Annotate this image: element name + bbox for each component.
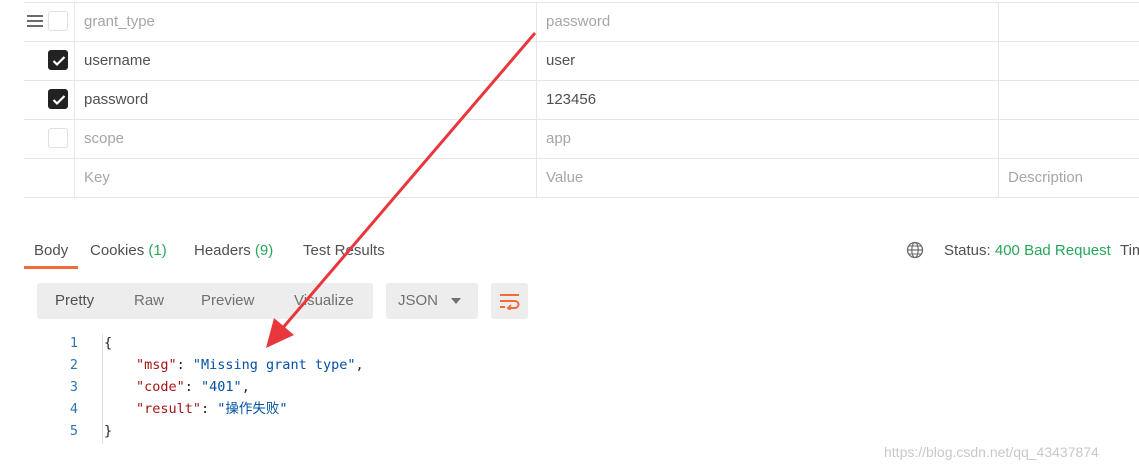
param-value-cell[interactable]: user (537, 42, 999, 80)
response-status: Status: 400 Bad Request (944, 242, 1111, 260)
wrap-lines-button[interactable] (491, 283, 528, 319)
json-key: "code" (136, 379, 185, 395)
param-value: password (546, 13, 611, 30)
view-pretty-button[interactable]: Pretty (55, 292, 94, 310)
param-checkbox[interactable] (48, 50, 68, 70)
param-value: app (546, 130, 572, 147)
indent-guide (102, 334, 103, 444)
active-tab-indicator (24, 266, 78, 269)
line-number: 5 (69, 423, 78, 439)
json-key: "msg" (136, 357, 177, 373)
globe-icon[interactable] (906, 241, 924, 259)
open-brace: { (104, 335, 113, 351)
tab-test-results[interactable]: Test Results (303, 242, 385, 260)
param-desc-cell[interactable] (999, 120, 1139, 158)
param-key: password (84, 91, 149, 108)
response-time-label: Tim (1120, 242, 1139, 259)
code-line: } (104, 420, 112, 442)
line-number: 4 (69, 401, 78, 417)
code-line: "result": "操作失败" (136, 401, 288, 417)
param-value-cell[interactable]: Value (537, 159, 999, 197)
param-check-cell (24, 120, 75, 158)
param-check-cell (24, 81, 75, 119)
param-key-cell[interactable]: grant_type (75, 3, 537, 41)
param-value: 123456 (546, 91, 597, 108)
status-value: 400 Bad Request (994, 242, 1111, 259)
view-visualize-button[interactable]: Visualize (294, 292, 354, 310)
param-key: username (84, 52, 151, 69)
line-number: 1 (69, 335, 78, 351)
param-key: grant_type (84, 13, 155, 30)
response-view-options: Pretty Raw Preview Visualize (37, 283, 373, 319)
tab-body[interactable]: Body (34, 242, 68, 260)
param-key-cell[interactable]: Key (75, 159, 537, 197)
param-row: username user (24, 42, 1139, 81)
json-value: "Missing grant type" (192, 357, 356, 373)
json-value: "操作失败" (217, 401, 288, 417)
param-key-cell[interactable]: password (75, 81, 537, 119)
view-raw-button[interactable]: Raw (134, 292, 164, 310)
param-row: grant_type password (24, 2, 1139, 42)
param-desc-cell[interactable] (999, 81, 1139, 119)
params-table: grant_type password username user passwo… (24, 2, 1139, 198)
tab-body-label: Body (34, 242, 69, 259)
watermark: https://blog.csdn.net/qq_43437874 (884, 444, 1099, 460)
view-preview-button[interactable]: Preview (201, 292, 254, 310)
code-line: "code": "401", (136, 379, 250, 395)
tab-headers-label: Headers (194, 242, 251, 259)
value-placeholder: Value (546, 169, 584, 186)
description-placeholder: Description (1008, 169, 1084, 186)
param-key-cell[interactable]: username (75, 42, 537, 80)
param-value-cell[interactable]: 123456 (537, 81, 999, 119)
checkbox-checked-icon (52, 56, 66, 67)
param-row: password 123456 (24, 81, 1139, 120)
tab-test-results-label: Test Results (303, 242, 385, 259)
caret-down-icon (451, 298, 461, 304)
cookies-count: (1) (148, 242, 167, 259)
param-checkbox[interactable] (48, 128, 68, 148)
response-tabs: Body Cookies (1) Headers (9) Test Result… (24, 236, 1139, 269)
json-value: "401" (201, 379, 242, 395)
close-brace: } (104, 423, 113, 439)
line-number: 2 (69, 357, 78, 373)
param-value-cell[interactable]: password (537, 3, 999, 41)
line-number: 3 (69, 379, 78, 395)
code-line: { (104, 332, 112, 354)
param-row: scope app (24, 120, 1139, 159)
param-key: scope (84, 130, 125, 147)
tab-cookies-label: Cookies (90, 242, 145, 259)
format-select[interactable]: JSON (386, 283, 478, 319)
param-value: user (546, 52, 576, 69)
status-label: Status: (944, 242, 991, 259)
param-key-cell[interactable]: scope (75, 120, 537, 158)
param-check-cell (24, 159, 75, 197)
tab-headers[interactable]: Headers (9) (194, 242, 273, 260)
tab-cookies[interactable]: Cookies (1) (90, 242, 167, 260)
key-placeholder: Key (84, 169, 110, 186)
params-spacer (24, 196, 1139, 229)
param-desc-cell[interactable]: Description (999, 159, 1139, 197)
param-checkbox[interactable] (48, 89, 68, 109)
drag-handle-icon[interactable] (27, 15, 43, 28)
json-key: "result" (136, 401, 202, 417)
param-check-cell (24, 3, 75, 41)
param-new-row: Key Value Description (24, 159, 1139, 198)
param-value-cell[interactable]: app (537, 120, 999, 158)
headers-count: (9) (254, 242, 274, 259)
param-desc-cell[interactable] (999, 3, 1139, 41)
code-line: "msg": "Missing grant type", (136, 357, 364, 373)
param-checkbox[interactable] (48, 11, 68, 31)
checkbox-checked-icon (52, 95, 66, 106)
param-desc-cell[interactable] (999, 42, 1139, 80)
wrap-lines-icon (500, 294, 520, 310)
param-check-cell (24, 42, 75, 80)
format-select-value: JSON (398, 292, 439, 309)
